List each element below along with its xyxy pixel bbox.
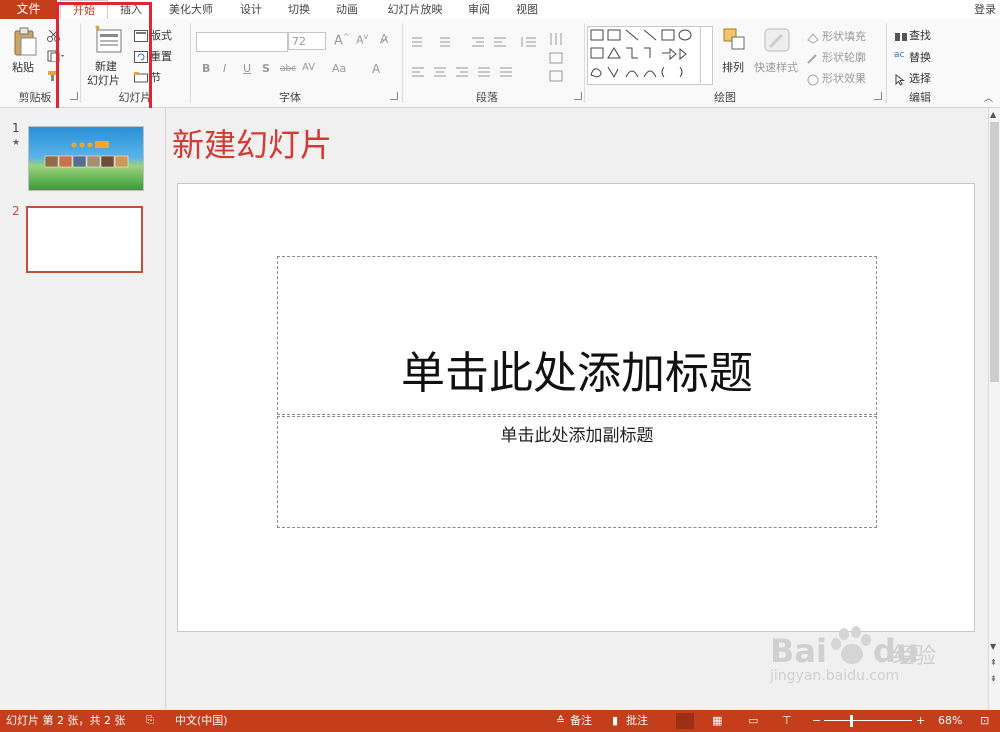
highlight-box <box>56 2 152 119</box>
tab-animations[interactable]: 动画 <box>328 0 366 19</box>
slide-thumbnail-1[interactable] <box>28 126 144 191</box>
notes-icon[interactable]: ≙ <box>556 710 565 732</box>
shapes-gallery[interactable] <box>587 26 713 85</box>
language-status[interactable]: 中文(中国) <box>175 710 228 732</box>
font-group-label: 字体 <box>279 91 301 104</box>
previous-slide-icon[interactable]: ⇞ <box>990 658 997 667</box>
select-cursor-icon[interactable] <box>895 71 906 86</box>
reset-button[interactable]: 重置 <box>150 48 172 64</box>
scrollbar-thumb[interactable] <box>990 122 999 382</box>
vertical-scrollbar[interactable]: ▲ ▼ ⇞ ⇟ <box>988 108 1000 710</box>
zoom-slider-thumb[interactable] <box>850 715 853 727</box>
slide-count-status: 幻灯片 第 2 张，共 2 张 <box>6 714 126 727</box>
reading-view-icon[interactable]: ▭ <box>748 710 758 732</box>
bold-icon[interactable]: B <box>202 62 210 75</box>
layout-button[interactable]: 版式 <box>150 27 172 43</box>
quick-styles-icon[interactable] <box>762 27 792 55</box>
tab-transitions[interactable]: 切换 <box>280 0 318 19</box>
paste-button[interactable]: 粘贴 <box>12 59 34 75</box>
notes-button[interactable]: 备注 <box>570 710 592 732</box>
tab-view[interactable]: 视图 <box>508 0 546 19</box>
font-size-box[interactable]: 72 <box>288 32 326 50</box>
shape-outline-button[interactable]: 形状轮廓 <box>822 49 866 65</box>
separator <box>402 23 403 103</box>
drawing-group-label: 绘图 <box>714 91 736 104</box>
underline-icon[interactable]: U <box>243 62 251 75</box>
separator <box>190 23 191 103</box>
shape-effects-icon[interactable] <box>806 71 820 86</box>
normal-view-icon[interactable] <box>676 713 694 729</box>
char-spacing-icon[interactable]: AV <box>302 62 315 73</box>
zoom-slider-track[interactable] <box>824 720 912 721</box>
shape-effects-button[interactable]: 形状效果 <box>822 70 866 86</box>
replace-button[interactable]: 替换 <box>909 49 931 65</box>
tab-design[interactable]: 设计 <box>232 0 270 19</box>
tab-file[interactable]: 文件 <box>0 0 57 19</box>
paragraph-row1-icons[interactable] <box>410 33 545 47</box>
arrange-icon[interactable] <box>722 27 748 53</box>
comments-button[interactable]: 批注 <box>626 710 648 732</box>
shape-fill-button[interactable]: 形状填充 <box>822 28 866 44</box>
separator <box>886 23 887 103</box>
fit-to-window-icon[interactable]: ⊡ <box>980 710 989 732</box>
find-button[interactable]: 查找 <box>909 27 931 43</box>
comments-icon[interactable]: ▮ <box>612 710 618 732</box>
title-placeholder[interactable]: 单击此处添加标题 <box>277 256 877 415</box>
shape-outline-icon[interactable] <box>806 50 820 64</box>
shape-fill-icon[interactable] <box>806 29 820 44</box>
replace-icon[interactable]: ac <box>894 50 904 60</box>
baidu-watermark: Bai du 经验 jingyan.baidu.com <box>770 624 950 684</box>
quick-styles-button[interactable]: 快速样式 <box>754 59 798 75</box>
change-case-icon[interactable]: Aa <box>332 62 346 75</box>
scroll-down-icon[interactable]: ▼ <box>990 642 996 651</box>
watermark-url: jingyan.baidu.com <box>770 668 900 684</box>
collapse-ribbon-icon[interactable]: ︿ <box>984 91 993 104</box>
font-name-box[interactable] <box>196 32 288 52</box>
tab-review[interactable]: 审阅 <box>460 0 498 19</box>
thumbnail-number-1: 1 <box>12 121 20 135</box>
status-bar: 幻灯片 第 2 张，共 2 张 ⎘ 中文(中国) ≙ 备注 ▮ 批注 ▦ ▭ ⊤… <box>0 710 1000 732</box>
scroll-up-icon[interactable]: ▲ <box>990 110 996 119</box>
font-dialog-launcher[interactable] <box>390 92 398 100</box>
arrange-button[interactable]: 排列 <box>722 59 744 75</box>
zoom-out-icon[interactable]: − <box>812 710 821 732</box>
zoom-level[interactable]: 68% <box>938 710 962 732</box>
thumbnail-number-2: 2 <box>12 204 20 218</box>
paragraph-group-label: 段落 <box>476 91 498 104</box>
spellcheck-icon[interactable]: ⎘ <box>146 710 154 732</box>
subtitle-placeholder-text: 单击此处添加副标题 <box>500 426 654 446</box>
shrink-font-icon[interactable]: Av <box>356 32 368 47</box>
clear-format-icon[interactable]: A̷ <box>380 32 388 46</box>
strikethrough-icon[interactable]: abc <box>280 64 296 74</box>
font-color-icon[interactable]: A <box>372 62 380 76</box>
subtitle-placeholder[interactable]: 单击此处添加副标题 <box>277 416 877 528</box>
shapes-gallery-scroll[interactable] <box>700 26 711 83</box>
login-link[interactable]: 登录 <box>974 0 996 19</box>
slide-sorter-icon[interactable]: ▦ <box>712 710 722 732</box>
separator <box>584 23 585 103</box>
editing-group-label: 编辑 <box>909 91 931 104</box>
animation-star-icon: ★ <box>12 138 21 148</box>
slide-thumbnail-pane <box>0 108 166 710</box>
slide-thumbnail-2[interactable] <box>26 206 143 273</box>
tab-slideshow[interactable]: 幻灯片放映 <box>378 0 452 19</box>
slideshow-view-icon[interactable]: ⊤ <box>782 710 792 732</box>
italic-icon[interactable]: I <box>223 62 226 75</box>
text-direction-icons[interactable] <box>548 31 572 91</box>
paragraph-dialog-launcher[interactable] <box>574 92 582 100</box>
shadow-icon[interactable]: S <box>262 62 270 75</box>
select-button[interactable]: 选择 <box>909 70 931 86</box>
paste-icon[interactable] <box>12 27 38 57</box>
overlay-title: 新建幻灯片 <box>172 126 333 164</box>
grow-font-icon[interactable]: A^ <box>334 32 350 48</box>
next-slide-icon[interactable]: ⇟ <box>990 674 997 683</box>
paragraph-row2-icons[interactable] <box>410 63 545 77</box>
title-placeholder-text: 单击此处添加标题 <box>401 348 753 399</box>
watermark-brand-suffix: 经验 <box>892 644 937 669</box>
find-icon[interactable] <box>894 28 908 41</box>
tab-beautify[interactable]: 美化大师 <box>160 0 222 19</box>
clipboard-group-label: 剪贴板 <box>18 91 52 104</box>
zoom-in-icon[interactable]: + <box>916 710 925 732</box>
drawing-dialog-launcher[interactable] <box>874 92 882 100</box>
